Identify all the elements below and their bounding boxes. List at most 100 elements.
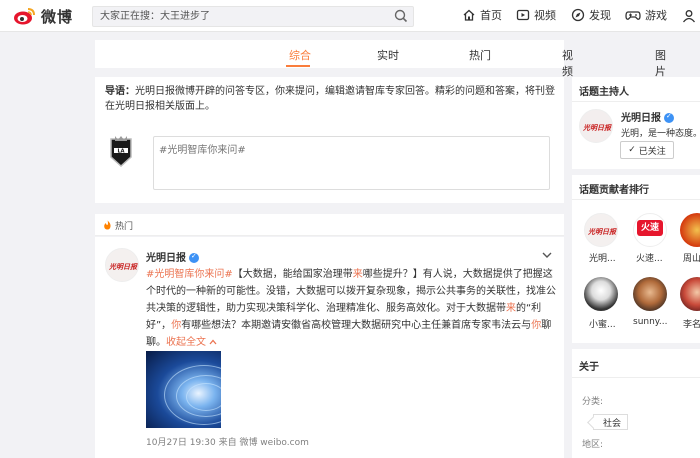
contributor-name[interactable]: 火速... [636, 251, 663, 264]
host-description: 光明，是一种态度。 [621, 129, 700, 139]
tab-comprehensive[interactable]: 综合 [289, 47, 311, 63]
post-keyword-highlight: 你 [531, 320, 542, 331]
team-logo-avatar: LA [110, 136, 132, 168]
feed-tabs: 综合 实时 热门 视频 图片 [95, 40, 666, 78]
nav-home[interactable]: 首页 [462, 7, 502, 23]
home-icon [463, 9, 475, 21]
post-keyword-highlight: 来 [506, 303, 516, 314]
following-label: 已关注 [638, 146, 666, 157]
following-button[interactable]: ✓ 已关注 [620, 141, 674, 159]
contributor-avatar[interactable] [680, 277, 700, 311]
search-input[interactable] [93, 7, 383, 26]
active-tab-indicator [286, 65, 310, 67]
contributor-name[interactable]: 光明... [589, 251, 616, 264]
weibo-post: 光明日报 光明日报 #光明智库你来问#【大数据，能给国家治理带来哪些提升？】有人… [95, 237, 564, 458]
post-keyword-highlight: 你 [171, 320, 182, 331]
svg-text:光明日报: 光明日报 [587, 227, 617, 236]
compass-icon [571, 8, 585, 22]
user-profile-icon[interactable] [682, 9, 696, 23]
verified-icon [189, 252, 199, 263]
contributor-logo-badge: 火速 [637, 220, 663, 236]
question-input[interactable] [154, 137, 549, 189]
contributor-avatar[interactable]: 光明日报 [584, 213, 618, 247]
post-keyword-highlight: 来 [352, 269, 363, 280]
post-hashtag-link[interactable]: #光明智库你来问# [146, 269, 233, 280]
about-panel-title: 关于 [579, 362, 599, 373]
fire-icon [104, 220, 111, 230]
contributor-ranking-panel: 话题贡献者排行 光明日报 光明... 火速 火速... 周山... 小蜜... … [572, 175, 700, 343]
host-name-text: 光明日报 [621, 113, 661, 124]
svg-text:LA: LA [117, 148, 124, 154]
hot-label: 热门 [115, 222, 134, 232]
host-panel-title: 话题主持人 [579, 87, 629, 98]
svg-text:光明日报: 光明日报 [108, 262, 138, 271]
divider [572, 101, 700, 102]
weibo-logo-icon [14, 8, 35, 25]
contributor-name[interactable]: sunny... [633, 317, 667, 327]
video-icon [516, 9, 530, 21]
region-label: 地区: [582, 440, 604, 450]
contributor-name[interactable]: 小蜜... [589, 317, 616, 330]
intro-body: 光明日报微博开辟的问答专区，你来提问，编辑邀请智库专家回答。精彩的问题和答案，将… [105, 86, 555, 112]
hot-section-header: 热门 [95, 214, 564, 236]
post-author-name[interactable]: 光明日报 [146, 249, 199, 264]
intro-lead: 导语： [105, 86, 135, 97]
game-icon [625, 11, 641, 20]
divider [572, 377, 700, 378]
contributor-avatar[interactable] [584, 277, 618, 311]
host-name[interactable]: 光明日报 [621, 109, 674, 124]
nav-video[interactable]: 视频 [516, 7, 556, 23]
contributor-name[interactable]: 周山... [683, 251, 700, 264]
topic-intro-text: 导语：光明日报微博开辟的问答专区，你来提问，编辑邀请智库专家回答。精彩的问题和答… [105, 84, 557, 114]
post-time[interactable]: 10月27日 19:30 [146, 438, 216, 448]
search-icon[interactable] [394, 9, 408, 23]
divider [572, 199, 700, 200]
check-icon: ✓ [628, 145, 636, 155]
tab-images[interactable]: 图片 [655, 47, 666, 79]
weibo-logo-text: 微博 [41, 7, 74, 26]
category-tag-label: 社会 [603, 418, 622, 429]
nav-discover-label: 发现 [589, 9, 611, 22]
post-image[interactable] [146, 351, 221, 428]
host-avatar[interactable]: 光明日报 [579, 109, 613, 143]
image-light-ring [186, 383, 221, 411]
question-input-box [153, 136, 550, 190]
newspaper-logo-icon: 光明日报 [587, 227, 617, 236]
svg-text:光明日报: 光明日报 [582, 123, 612, 132]
nav-game[interactable]: 游戏 [625, 7, 667, 23]
tab-video[interactable]: 视频 [562, 47, 573, 79]
newspaper-logo-icon: 光明日报 [106, 249, 138, 281]
top-navigation-bar: 微博 首页 视频 发现 游戏 [0, 0, 700, 32]
collapse-text-label: 收起全文 [166, 337, 206, 348]
nav-discover[interactable]: 发现 [571, 7, 611, 23]
chevron-down-icon[interactable] [542, 251, 552, 259]
nav-game-label: 游戏 [645, 9, 667, 22]
contributor-name[interactable]: 李名... [683, 317, 700, 330]
post-text-part: 【大数据，能给国家治理带 [232, 269, 353, 280]
post-content: #光明智库你来问#【大数据，能给国家治理带来哪些提升？】有人说，大数据提供了把握… [146, 266, 556, 351]
post-source: 来自 微博 weibo.com [218, 438, 309, 448]
category-label: 分类: [582, 397, 604, 407]
chevron-up-icon [209, 339, 217, 345]
collapse-text-link[interactable]: 收起全文 [166, 337, 217, 348]
post-author-name-text: 光明日报 [146, 253, 186, 264]
tab-hot[interactable]: 热门 [469, 47, 491, 63]
post-author-avatar[interactable]: 光明日报 [105, 248, 139, 282]
contributor-avatar[interactable] [680, 213, 700, 247]
post-text-part: 有哪些想法？本期邀请安徽省高校管理大数据研究中心主任兼首席专家韦法云与 [181, 320, 532, 331]
topic-host-panel: 话题主持人 光明日报 光明日报 光明，是一种态度。 ✓已关注 [572, 77, 700, 169]
verified-icon [664, 112, 674, 123]
contributor-avatar[interactable] [633, 277, 667, 311]
contributor-avatar[interactable]: 火速 [633, 213, 667, 247]
about-panel: 关于 分类: 社会 地区: [572, 349, 700, 458]
category-tag[interactable]: 社会 [593, 414, 629, 430]
topic-intro-card: 导语：光明日报微博开辟的问答专区，你来提问，编辑邀请智库专家回答。精彩的问题和答… [95, 77, 564, 203]
newspaper-logo-icon: 光明日报 [582, 123, 612, 132]
ranking-panel-title: 话题贡献者排行 [579, 185, 649, 196]
search-box [92, 6, 414, 27]
nav-video-label: 视频 [534, 9, 556, 22]
nav-home-label: 首页 [480, 9, 502, 22]
post-meta: 10月27日 19:30 来自 微博 weibo.com [146, 435, 309, 448]
weibo-logo[interactable]: 微博 [13, 5, 73, 27]
tab-realtime[interactable]: 实时 [377, 47, 399, 63]
